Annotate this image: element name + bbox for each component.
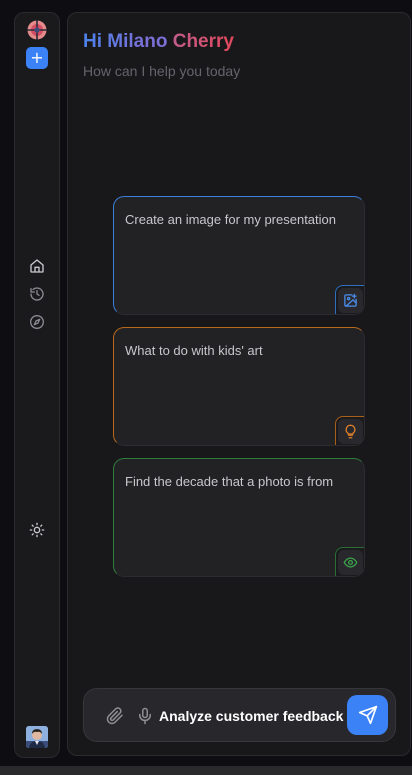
sun-icon[interactable] — [29, 522, 45, 538]
image-plus-icon — [335, 285, 364, 314]
greeting-user-name: Cherry — [172, 31, 234, 52]
suggestion-text: Create an image for my presentation — [125, 212, 336, 227]
app-root: + Hi Milano Cherry How can I help you to… — [0, 0, 412, 775]
send-icon — [358, 705, 377, 725]
suggestion-card-photo-decade[interactable]: Find the decade that a photo is from — [113, 458, 365, 577]
suggestion-text: What to do with kids' art — [125, 343, 263, 358]
history-icon[interactable] — [29, 286, 45, 302]
new-chat-button[interactable]: + — [26, 47, 48, 69]
greeting-subtitle: How can I help you today — [83, 63, 241, 79]
message-input[interactable] — [159, 703, 344, 729]
home-icon[interactable] — [29, 258, 45, 274]
greeting-title: Hi Milano Cherry — [83, 31, 234, 53]
app-logo-icon[interactable] — [27, 20, 47, 40]
paperclip-icon[interactable] — [106, 707, 124, 725]
compass-icon[interactable] — [29, 314, 45, 330]
send-button[interactable] — [347, 695, 388, 735]
bottom-bar — [0, 766, 412, 775]
suggestion-card-kids-art[interactable]: What to do with kids' art — [113, 327, 365, 446]
user-avatar[interactable] — [26, 726, 48, 748]
lightbulb-icon — [335, 416, 364, 445]
suggestion-text: Find the decade that a photo is from — [125, 474, 334, 489]
eye-icon — [335, 547, 364, 576]
greeting-hi: Hi Milano — [83, 31, 173, 52]
plus-icon: + — [30, 48, 44, 67]
chat-input-bar — [83, 688, 396, 742]
suggestion-card-image[interactable]: Create an image for my presentation — [113, 196, 365, 315]
chat-panel: Hi Milano Cherry How can I help you toda… — [67, 12, 411, 756]
sidebar: + — [14, 12, 60, 758]
microphone-icon[interactable] — [136, 707, 154, 725]
